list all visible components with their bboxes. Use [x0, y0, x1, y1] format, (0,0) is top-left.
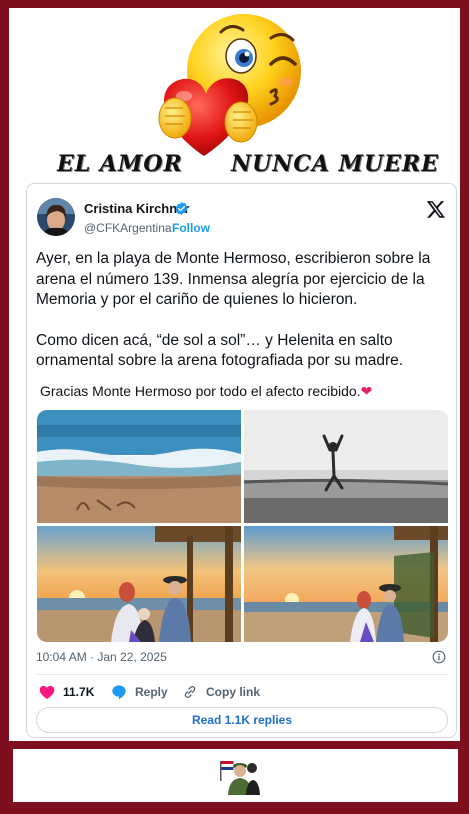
author-handle[interactable]: @CFKArgentina	[84, 221, 172, 235]
media-grid[interactable]	[37, 410, 448, 642]
author-avatar[interactable]	[37, 198, 75, 236]
info-icon[interactable]	[432, 650, 446, 664]
like-button[interactable]: 11.7K	[39, 684, 94, 700]
heart-icon	[39, 685, 55, 699]
x-logo-icon[interactable]	[426, 199, 446, 219]
divider	[36, 674, 448, 675]
verified-badge-icon	[175, 201, 188, 216]
follow-button[interactable]: Follow	[172, 221, 210, 235]
handle-separator: ·	[165, 221, 169, 235]
tweet-card[interactable]: Cristina Kirchner @CFKArgentina · Follow…	[26, 183, 457, 738]
read-replies-button[interactable]: Read 1.1K replies	[36, 707, 448, 733]
tweet-body: Ayer, en la playa de Monte Hermoso, escr…	[36, 249, 448, 372]
photo-sunset-group[interactable]	[37, 526, 241, 642]
tweet-thanks-text: Gracias Monte Hermoso por todo el afecto…	[40, 383, 361, 399]
photo-beach-number[interactable]	[37, 410, 241, 523]
link-icon	[184, 686, 196, 698]
tweet-timestamp[interactable]: 10:04 AM · Jan 22, 2025	[36, 650, 167, 664]
photo-sunset-couple[interactable]	[244, 526, 448, 642]
reply-label: Reply	[135, 685, 168, 699]
tweet-thanks-line: Gracias Monte Hermoso por todo el afecto…	[40, 383, 372, 400]
soldier-with-flag-icon	[220, 761, 260, 795]
reply-button[interactable]: Reply	[111, 684, 168, 700]
copy-link-button[interactable]: Copy link	[182, 684, 260, 700]
tweet-paragraph-1: Ayer, en la playa de Monte Hermoso, escr…	[36, 250, 431, 308]
headline-el-amor: EL AMOR	[57, 151, 183, 177]
bottom-panel	[13, 749, 458, 802]
tweet-paragraph-2: Como dicen acá, “de sol a sol”… y Heleni…	[36, 331, 404, 370]
red-heart-emoji: ❤	[360, 383, 373, 399]
likes-count: 11.7K	[63, 685, 95, 699]
top-panel: EL AMOR NUNCA MUERE Cristina Kirchner @C…	[9, 8, 460, 741]
headline-nunca-muere: NUNCA MUERE	[231, 151, 440, 177]
copy-link-label: Copy link	[206, 685, 261, 699]
reply-bubble-icon	[112, 685, 126, 700]
photo-jump-bw[interactable]	[244, 410, 448, 523]
